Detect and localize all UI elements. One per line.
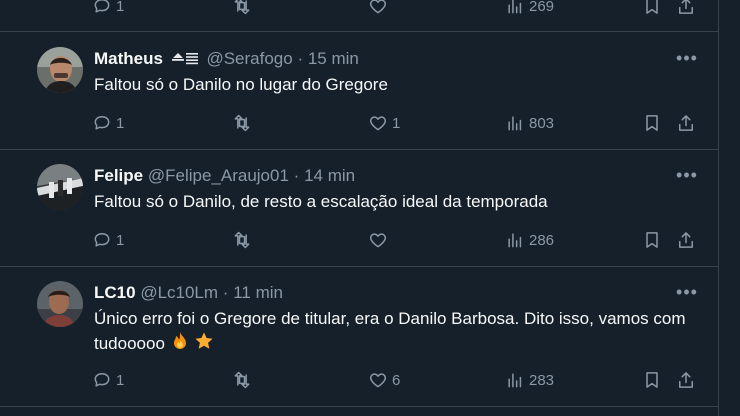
reply-count: 1 [116, 371, 125, 389]
share-icon [679, 115, 693, 131]
share-button[interactable] [676, 0, 696, 18]
separator-dot: · [297, 49, 304, 68]
views-icon [508, 373, 522, 388]
reply-button[interactable]: 1 [92, 111, 124, 135]
share-button[interactable] [676, 228, 696, 252]
like-button[interactable]: 6 [368, 368, 400, 392]
retweet-button[interactable] [232, 228, 252, 252]
views-button[interactable]: 286 [505, 228, 554, 252]
share-button[interactable] [676, 111, 696, 135]
reply-count: 1 [116, 114, 125, 132]
like-button[interactable]: 1 [368, 111, 400, 135]
views-button[interactable]: 269 [505, 0, 554, 18]
separator-dot: · [293, 166, 300, 185]
tweet-header: Matheus @Serafogo · 15 min [94, 49, 359, 70]
views-button[interactable]: 803 [505, 111, 554, 135]
user-handle[interactable]: @Lc10Lm [140, 283, 218, 302]
reply-count: 1 [116, 0, 125, 15]
reply-icon [94, 233, 110, 247]
reply-icon [94, 373, 110, 387]
reply-button[interactable]: 1 [92, 0, 124, 18]
display-name[interactable]: LC10 [94, 283, 136, 302]
user-handle[interactable]: @Felipe_Araujo01 [148, 166, 289, 185]
bookmark-button[interactable] [642, 0, 662, 18]
tweet-actions: 1 1 803 [92, 111, 712, 135]
bookmark-icon [646, 372, 658, 388]
avatar[interactable] [37, 281, 83, 327]
retweet-icon [234, 231, 250, 249]
tweet-header: Felipe @Felipe_Araujo01 · 14 min [94, 166, 355, 186]
retweet-button[interactable] [232, 0, 252, 18]
heart-icon [369, 373, 387, 388]
share-button[interactable] [676, 368, 696, 392]
views-count: 803 [529, 114, 555, 132]
bookmark-icon [646, 0, 658, 14]
flag-badge-icon [171, 50, 199, 70]
tweet-actions: 1 286 [92, 228, 712, 252]
separator-dot: · [222, 283, 229, 302]
tweet-actions: 1 6 283 [92, 368, 712, 392]
tweet[interactable]: LC10 @Lc10Lm · 11 min ••• Único erro foi… [0, 266, 718, 407]
tweet-header: LC10 @Lc10Lm · 11 min [94, 283, 283, 303]
like-count: 1 [392, 114, 401, 132]
more-button[interactable]: ••• [674, 283, 700, 306]
heart-icon [369, 116, 387, 131]
like-button[interactable] [368, 0, 388, 18]
share-icon [679, 232, 693, 248]
reply-icon [94, 0, 110, 13]
tweet-partial[interactable]: 1 269 [0, 0, 718, 32]
bookmark-icon [646, 232, 658, 248]
reply-button[interactable]: 1 [92, 368, 124, 392]
timestamp[interactable]: 11 min [233, 283, 283, 302]
tweet-text-block: Único erro foi o Gregore de titular, era… [94, 307, 694, 358]
avatar[interactable] [37, 47, 83, 93]
more-icon: ••• [676, 282, 698, 302]
views-icon [508, 233, 522, 248]
heart-icon [369, 0, 387, 14]
bookmark-icon [646, 115, 658, 131]
retweet-icon [234, 114, 250, 132]
bookmark-button[interactable] [642, 228, 662, 252]
fire-emoji [170, 331, 190, 358]
tweet-text: Faltou só o Danilo, de resto a escalação… [94, 192, 548, 211]
like-count: 6 [392, 371, 401, 389]
bookmark-button[interactable] [642, 368, 662, 392]
display-name[interactable]: Felipe [94, 166, 143, 185]
views-count: 283 [529, 371, 555, 389]
tweet[interactable]: Matheus @Serafogo · 15 min ••• Faltou só… [0, 32, 718, 150]
tweet-text: Faltou só o Danilo no lugar do Gregore [94, 75, 388, 94]
views-button[interactable]: 283 [505, 368, 554, 392]
star-emoji [194, 331, 214, 358]
like-button[interactable] [368, 228, 392, 252]
more-icon: ••• [676, 48, 698, 68]
tweet[interactable]: Felipe @Felipe_Araujo01 · 14 min ••• Fal… [0, 149, 718, 267]
views-count: 286 [529, 231, 555, 249]
retweet-icon [234, 371, 250, 389]
retweet-button[interactable] [232, 111, 252, 135]
tweet-actions: 1 269 [92, 0, 712, 18]
retweet-icon [234, 0, 250, 15]
views-icon [508, 116, 522, 131]
retweet-button[interactable] [232, 368, 252, 392]
reply-button[interactable]: 1 [92, 228, 124, 252]
user-handle[interactable]: @Serafogo [206, 49, 292, 68]
reply-count: 1 [116, 231, 125, 249]
reply-icon [94, 116, 110, 130]
display-name[interactable]: Matheus [94, 49, 163, 68]
more-icon: ••• [676, 165, 698, 185]
views-count: 269 [529, 0, 555, 15]
share-icon [679, 372, 693, 388]
share-icon [679, 0, 693, 14]
bookmark-button[interactable] [642, 111, 662, 135]
views-icon [508, 0, 522, 14]
heart-icon [369, 233, 387, 248]
avatar[interactable] [37, 164, 83, 210]
more-button[interactable]: ••• [674, 49, 700, 72]
timestamp[interactable]: 14 min [304, 166, 355, 185]
timeline: 1 269 Matheus @Serafogo · 15 min ••• Fal… [0, 0, 719, 416]
timestamp[interactable]: 15 min [308, 49, 359, 68]
more-button[interactable]: ••• [674, 166, 700, 189]
